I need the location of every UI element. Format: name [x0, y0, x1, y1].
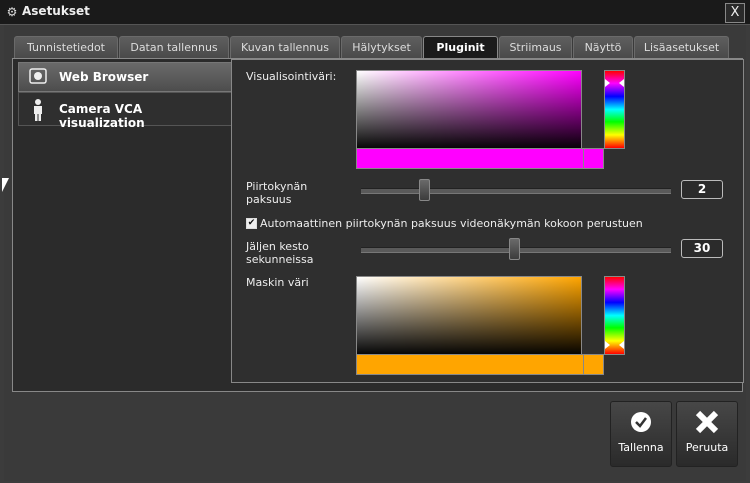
check-icon [611, 408, 671, 441]
pen-width-label: Piirtokynän paksuus [246, 180, 307, 206]
visualization-color-label: Visualisointiväri: [246, 70, 337, 83]
save-button-label: Tallenna [618, 441, 664, 454]
close-button[interactable]: X [725, 3, 745, 23]
pen-width-slider[interactable] [361, 188, 671, 194]
plugin-label: Camera VCA visualization [59, 102, 145, 130]
mask-color-swatch [356, 354, 584, 375]
tab-pluginit[interactable]: Pluginit [423, 36, 498, 59]
auto-pen-width-checkbox[interactable]: ✔ [246, 218, 257, 229]
plugin-list: Web Browser Camera VCA visualization [13, 59, 232, 391]
plugin-settings: Visualisointiväri: Piirtokynän paksuus 2… [231, 59, 744, 383]
auto-pen-width-label: Automaattinen piirtokynän paksuus videon… [260, 217, 643, 230]
tab-halytykset[interactable]: Hälytykset [341, 36, 422, 58]
close-x-icon [677, 408, 737, 443]
window-title: Asetukset [22, 4, 90, 18]
mask-color-picker[interactable] [356, 276, 582, 357]
globe-icon [29, 68, 47, 86]
plugins-panel: Web Browser Camera VCA visualization Vis… [12, 58, 744, 392]
tab-striimaus[interactable]: Striimaus [499, 36, 572, 58]
mask-color-swatch-small [583, 354, 604, 375]
pen-width-value[interactable]: 2 [681, 180, 723, 199]
mask-hue-slider[interactable] [604, 276, 625, 355]
trail-duration-label-line1: Jäljen kesto [246, 240, 309, 253]
cancel-button-label: Peruuta [685, 441, 729, 454]
plugin-label: Web Browser [59, 70, 149, 84]
pen-width-label-line2: paksuus [246, 193, 292, 206]
save-button[interactable]: Tallenna [610, 401, 672, 467]
visualization-color-swatch [356, 148, 584, 169]
cancel-button[interactable]: Peruuta [676, 401, 738, 467]
tab-naytto[interactable]: Näyttö [573, 36, 633, 58]
tab-kuvan-tallennus[interactable]: Kuvan tallennus [230, 36, 340, 58]
tab-lisaasetukset[interactable]: Lisäasetukset [634, 36, 729, 58]
person-icon [29, 99, 47, 121]
tab-tunnistetiedot[interactable]: Tunnistetiedot [14, 36, 118, 58]
mouse-cursor-icon [2, 178, 14, 192]
pen-width-slider-thumb[interactable] [419, 179, 430, 201]
visualization-color-picker[interactable] [356, 70, 582, 151]
gear-icon: ⚙ [6, 5, 18, 19]
plugin-item-camera-vca[interactable]: Camera VCA visualization [18, 92, 232, 130]
plugin-item-web-browser[interactable]: Web Browser [18, 62, 232, 92]
trail-duration-value[interactable]: 30 [681, 239, 723, 258]
visualization-color-swatch-small [583, 148, 604, 169]
trail-duration-label-line2: sekunneissa [246, 253, 314, 266]
visualization-hue-slider[interactable] [604, 70, 625, 149]
trail-duration-label: Jäljen kesto sekunneissa [246, 240, 313, 266]
mask-color-label: Maskin väri [246, 276, 309, 289]
trail-duration-slider-thumb[interactable] [509, 238, 520, 260]
tab-datan-tallennus[interactable]: Datan tallennus [119, 36, 229, 58]
window-titlebar: ⚙ Asetukset X [0, 0, 750, 25]
settings-window: Tunnistetiedot Datan tallennus Kuvan tal… [4, 25, 746, 481]
pen-width-label-line1: Piirtokynän [246, 180, 308, 193]
